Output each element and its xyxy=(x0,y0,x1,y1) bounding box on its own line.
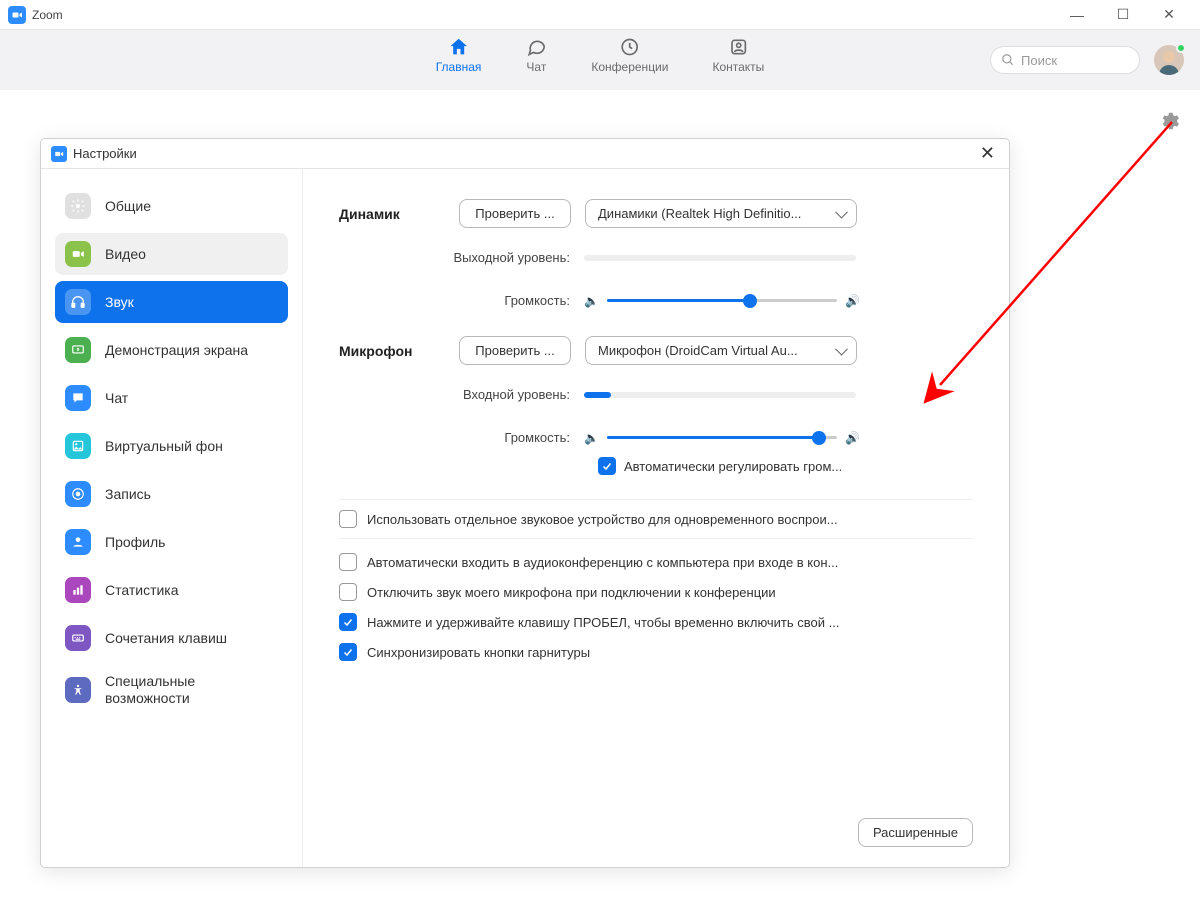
auto-join-audio-checkbox[interactable] xyxy=(339,553,357,571)
mic-section-label: Микрофон xyxy=(339,343,459,359)
tab-label: Конференции xyxy=(591,60,668,74)
contact-icon xyxy=(727,36,749,58)
auto-adjust-label: Автоматически регулировать гром... xyxy=(624,459,842,474)
sidebar-item-label: Специальные возможности xyxy=(105,673,278,707)
keyboard-icon xyxy=(65,625,91,651)
sidebar-item-label: Виртуальный фон xyxy=(105,438,223,455)
image-icon xyxy=(65,433,91,459)
tab-label: Главная xyxy=(436,60,482,74)
sidebar-item-label: Звук xyxy=(105,294,134,311)
auto-adjust-checkbox[interactable] xyxy=(598,457,616,475)
tab-contacts[interactable]: Контакты xyxy=(712,36,764,74)
push-to-talk-checkbox[interactable] xyxy=(339,613,357,631)
test-mic-button[interactable]: Проверить ... xyxy=(459,336,571,365)
sidebar-item-audio[interactable]: Звук xyxy=(55,281,288,323)
sidebar-item-label: Запись xyxy=(105,486,151,503)
sidebar-item-virtual-bg[interactable]: Виртуальный фон xyxy=(55,425,288,467)
sidebar-item-label: Чат xyxy=(105,390,128,407)
chat-icon xyxy=(65,385,91,411)
zoom-app-icon xyxy=(51,146,67,162)
mic-device-dropdown[interactable]: Микрофон (DroidCam Virtual Au... xyxy=(585,336,857,365)
sidebar-item-chat[interactable]: Чат xyxy=(55,377,288,419)
minimize-button[interactable]: — xyxy=(1054,0,1100,30)
mute-on-join-checkbox[interactable] xyxy=(339,583,357,601)
test-speaker-button[interactable]: Проверить ... xyxy=(459,199,571,228)
input-level-label: Входной уровень: xyxy=(339,387,584,402)
speaker-device-dropdown[interactable]: Динамики (Realtek High Definitio... xyxy=(585,199,857,228)
user-icon xyxy=(65,529,91,555)
home-icon xyxy=(448,36,470,58)
presence-dot xyxy=(1176,43,1186,53)
tab-chat[interactable]: Чат xyxy=(525,36,547,74)
sidebar-item-label: Демонстрация экрана xyxy=(105,342,248,359)
advanced-button[interactable]: Расширенные xyxy=(858,818,973,847)
option-label: Отключить звук моего микрофона при подкл… xyxy=(367,585,776,600)
settings-sidebar: Общие Видео Звук Демонстрация экрана Чат xyxy=(41,169,303,867)
zoom-app-icon xyxy=(8,6,26,24)
window-titlebar: Zoom — ☐ ✕ xyxy=(0,0,1200,30)
sidebar-item-profile[interactable]: Профиль xyxy=(55,521,288,563)
search-icon xyxy=(1001,53,1015,67)
mic-volume-slider[interactable]: 🔈 🔊 xyxy=(584,431,860,445)
option-label: Нажмите и удерживайте клавишу ПРОБЕЛ, чт… xyxy=(367,615,839,630)
input-level-meter xyxy=(584,392,856,398)
option-label: Синхронизировать кнопки гарнитуры xyxy=(367,645,590,660)
settings-gear-button[interactable] xyxy=(1158,110,1180,137)
tab-label: Чат xyxy=(526,60,546,74)
output-level-label: Выходной уровень: xyxy=(339,250,584,265)
sidebar-item-statistics[interactable]: Статистика xyxy=(55,569,288,611)
sidebar-item-video[interactable]: Видео xyxy=(55,233,288,275)
chat-icon xyxy=(525,36,547,58)
video-icon xyxy=(65,241,91,267)
separate-device-checkbox[interactable] xyxy=(339,510,357,528)
sidebar-item-general[interactable]: Общие xyxy=(55,185,288,227)
sidebar-item-shortcuts[interactable]: Сочетания клавиш xyxy=(55,617,288,659)
sync-headset-checkbox[interactable] xyxy=(339,643,357,661)
search-placeholder: Поиск xyxy=(1021,53,1057,68)
accessibility-icon xyxy=(65,677,91,703)
headphones-icon xyxy=(65,289,91,315)
clock-icon xyxy=(619,36,641,58)
sidebar-item-label: Профиль xyxy=(105,534,165,551)
separate-device-label: Использовать отдельное звуковое устройст… xyxy=(367,512,838,527)
speaker-volume-slider[interactable]: 🔈 🔊 xyxy=(584,294,860,308)
option-label: Автоматически входить в аудиоконференцию… xyxy=(367,555,838,570)
screen-share-icon xyxy=(65,337,91,363)
speaker-volume-label: Громкость: xyxy=(339,293,584,308)
mic-volume-label: Громкость: xyxy=(339,430,584,445)
close-window-button[interactable]: ✕ xyxy=(1146,0,1192,30)
stats-icon xyxy=(65,577,91,603)
search-input[interactable]: Поиск xyxy=(990,46,1140,74)
volume-low-icon: 🔈 xyxy=(584,294,599,308)
close-dialog-button[interactable]: ✕ xyxy=(976,143,999,164)
window-title: Zoom xyxy=(32,8,63,22)
volume-low-icon: 🔈 xyxy=(584,431,599,445)
sidebar-item-screen-share[interactable]: Демонстрация экрана xyxy=(55,329,288,371)
settings-dialog: Настройки ✕ Общие Видео Звук Д xyxy=(40,138,1010,868)
volume-high-icon: 🔊 xyxy=(845,294,860,308)
sidebar-item-label: Видео xyxy=(105,246,146,263)
user-avatar[interactable] xyxy=(1154,45,1184,75)
tab-meetings[interactable]: Конференции xyxy=(591,36,668,74)
maximize-button[interactable]: ☐ xyxy=(1100,0,1146,30)
sidebar-item-accessibility[interactable]: Специальные возможности xyxy=(55,665,288,715)
sidebar-item-recording[interactable]: Запись xyxy=(55,473,288,515)
volume-high-icon: 🔊 xyxy=(845,431,860,445)
gear-icon xyxy=(65,193,91,219)
output-level-meter xyxy=(584,255,856,261)
record-icon xyxy=(65,481,91,507)
tab-label: Контакты xyxy=(712,60,764,74)
speaker-section-label: Динамик xyxy=(339,206,459,222)
dialog-title: Настройки xyxy=(73,146,137,161)
top-navigation: Главная Чат Конференции Контакты Поиск xyxy=(0,30,1200,90)
sidebar-item-label: Сочетания клавиш xyxy=(105,630,227,647)
settings-content-audio: Динамик Проверить ... Динамики (Realtek … xyxy=(303,169,1009,867)
sidebar-item-label: Общие xyxy=(105,198,151,215)
sidebar-item-label: Статистика xyxy=(105,582,179,599)
tab-home[interactable]: Главная xyxy=(436,36,482,74)
